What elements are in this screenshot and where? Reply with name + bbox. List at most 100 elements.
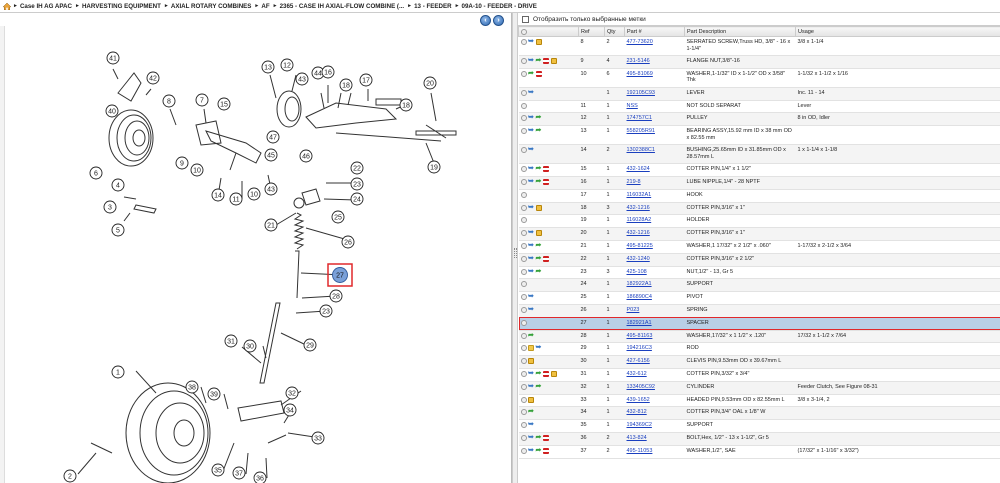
document-icon[interactable]	[535, 70, 542, 77]
share-arrow-icon[interactable]: ➥	[528, 383, 534, 390]
package-icon[interactable]	[550, 58, 557, 64]
select-radio-icon[interactable]	[520, 332, 527, 339]
share-arrow-icon[interactable]: ➥	[528, 255, 534, 262]
select-radio-icon[interactable]	[520, 306, 527, 313]
add-to-cart-icon[interactable]: ➦	[536, 57, 542, 64]
callout-37[interactable]: 37	[232, 466, 246, 480]
part-number-link[interactable]: 174757C1	[627, 115, 652, 121]
add-to-cart-icon[interactable]: ➦	[536, 127, 542, 134]
package-icon[interactable]	[535, 39, 542, 45]
add-to-cart-icon[interactable]: ➦	[536, 370, 542, 377]
show-selected-checkbox[interactable]	[522, 15, 529, 23]
callout-13[interactable]: 13	[261, 60, 275, 74]
select-radio-icon[interactable]	[520, 115, 527, 122]
add-to-cart-icon[interactable]: ➦	[536, 268, 542, 275]
callout-22[interactable]: 22	[350, 161, 364, 175]
part-number-link[interactable]: 427-6156	[627, 358, 650, 364]
exploded-parts-diagram[interactable]: 41 42 40 8 7 15 13 12 43 44 16 18 17 18 …	[6, 13, 512, 483]
callout-17[interactable]: 17	[359, 73, 373, 87]
table-row[interactable]: ➦ 34 1 432-812 COTTER PIN,3/4" OAL x 1/8" W	[518, 406, 1000, 421]
share-arrow-icon[interactable]: ➥	[528, 229, 534, 236]
part-number-link[interactable]: 439-1652	[627, 397, 650, 403]
callout-10b[interactable]: 10	[247, 187, 261, 201]
breadcrumb-item[interactable]: Case IH AG APAC	[20, 3, 72, 10]
part-number-link[interactable]: 432-612	[627, 371, 647, 377]
share-arrow-icon[interactable]: ➥	[528, 89, 534, 96]
col-header-part[interactable]: Part #	[624, 26, 685, 37]
share-arrow-icon[interactable]: ➥	[528, 165, 534, 172]
table-row[interactable]: ➥ 18 3 432-1216 COTTER PIN,3/16" x 1"	[518, 202, 1000, 216]
callout-16[interactable]: 16	[321, 65, 335, 79]
part-number-link[interactable]: 194216C3	[627, 345, 652, 351]
callout-23[interactable]: 23	[350, 177, 364, 191]
part-number-link[interactable]: 495-81069	[627, 71, 653, 77]
callout-10[interactable]: 10	[190, 163, 204, 177]
part-number-link[interactable]: 558205R91	[627, 128, 655, 134]
add-to-cart-icon[interactable]: ➦	[536, 178, 542, 185]
callout-5[interactable]: 5	[111, 223, 125, 237]
table-row[interactable]: ➦ 28 1 495-81163 WASHER,17/32" x 1 1/2" x .1…	[518, 330, 1000, 344]
document-icon[interactable]	[543, 166, 549, 173]
part-number-link[interactable]: 425-108	[627, 269, 647, 275]
share-arrow-icon[interactable]: ➥	[528, 127, 534, 134]
select-radio-icon[interactable]	[520, 204, 527, 211]
diagram-scrollbar[interactable]	[0, 26, 5, 483]
callout-39[interactable]: 39	[207, 387, 221, 401]
table-row[interactable]: ➥ ➦ 31 1 432-612 COTTER PIN,3/32" x 3/4"	[518, 368, 1000, 382]
part-number-link[interactable]: 219-8	[627, 179, 641, 185]
select-radio-icon[interactable]	[520, 128, 527, 135]
share-arrow-icon[interactable]: ➥	[528, 204, 534, 211]
table-row-selected[interactable]: 27 1 182921A1 SPACER	[518, 317, 1000, 331]
table-row[interactable]: 24 1 182922A1 SUPPORT	[518, 278, 1000, 293]
part-number-link[interactable]: 182922A1	[627, 281, 652, 287]
callout-41[interactable]: 41	[106, 51, 120, 65]
table-row[interactable]: ➥ ➦ 13 1 558205R91 BEARING ASSY,15.92 mm ID x…	[518, 125, 1000, 146]
callout-43b[interactable]: 43	[264, 182, 278, 196]
select-radio-icon[interactable]	[520, 281, 527, 288]
callout-47[interactable]: 47	[266, 130, 280, 144]
share-arrow-icon[interactable]: ➥	[528, 268, 534, 275]
home-icon[interactable]	[3, 2, 11, 10]
select-radio-icon[interactable]	[520, 345, 527, 352]
table-row[interactable]: ➥ ➦ 16 1 219-8 LUBE NIPPLE,1/4" - 28 NPTF	[518, 176, 1000, 190]
part-number-link[interactable]: 133405C92	[627, 384, 655, 390]
part-number-link[interactable]: NSS	[627, 103, 638, 109]
table-row[interactable]: ➥ ➦ 12 1 174757C1 PULLEY 8 in OD, Idler	[518, 112, 1000, 127]
share-arrow-icon[interactable]: ➥	[528, 178, 534, 185]
add-to-cart-icon[interactable]: ➦	[536, 114, 542, 121]
select-radio-icon[interactable]	[520, 255, 527, 262]
add-to-cart-icon[interactable]: ➦	[536, 242, 542, 249]
part-number-link[interactable]: 495-11053	[627, 448, 653, 454]
document-icon[interactable]	[543, 255, 549, 262]
select-radio-icon[interactable]	[520, 89, 527, 96]
package-icon[interactable]	[528, 396, 534, 403]
share-arrow-icon[interactable]: ➥	[528, 146, 534, 153]
callout-23b[interactable]: 23	[319, 304, 333, 318]
breadcrumb-item[interactable]: HARVESTING EQUIPMENT	[82, 3, 161, 10]
table-row[interactable]: ➥ ➦ 9 4 231-5146 FLANGE NUT,3/8"-16	[518, 55, 1000, 69]
callout-33[interactable]: 33	[311, 431, 325, 445]
callout-12[interactable]: 12	[280, 58, 294, 72]
add-to-cart-icon[interactable]: ➦	[528, 70, 534, 77]
breadcrumb-item[interactable]: 09A-10 - FEEDER - DRIVE	[462, 3, 537, 10]
package-icon[interactable]	[535, 230, 542, 237]
callout-1[interactable]: 1	[111, 365, 125, 379]
part-number-link[interactable]: 194369C2	[627, 422, 652, 428]
select-radio-icon[interactable]	[520, 70, 527, 77]
select-radio-icon[interactable]	[520, 422, 527, 429]
share-arrow-icon[interactable]: ➥	[528, 57, 534, 64]
table-row[interactable]: ➥ 8 2 477-73620 SERRATED SCREW,Truss HD, 3/8…	[518, 36, 1000, 56]
part-number-link[interactable]: 116028A2	[627, 217, 652, 223]
callout-24[interactable]: 24	[350, 192, 364, 206]
part-number-link[interactable]: 432-1624	[627, 166, 650, 172]
callout-34[interactable]: 34	[283, 403, 297, 417]
col-header-usage[interactable]: Usage	[795, 26, 1000, 37]
select-radio-icon[interactable]	[520, 319, 527, 326]
part-number-link[interactable]: P023	[627, 307, 640, 313]
add-to-cart-icon[interactable]: ➦	[536, 383, 542, 390]
select-radio-icon[interactable]	[520, 178, 527, 185]
part-number-link[interactable]: 495-81163	[627, 333, 653, 339]
callout-27-highlighted[interactable]: 27	[327, 263, 353, 287]
breadcrumb-item[interactable]: 13 - FEEDER	[414, 3, 451, 10]
select-radio-icon[interactable]	[520, 58, 527, 64]
